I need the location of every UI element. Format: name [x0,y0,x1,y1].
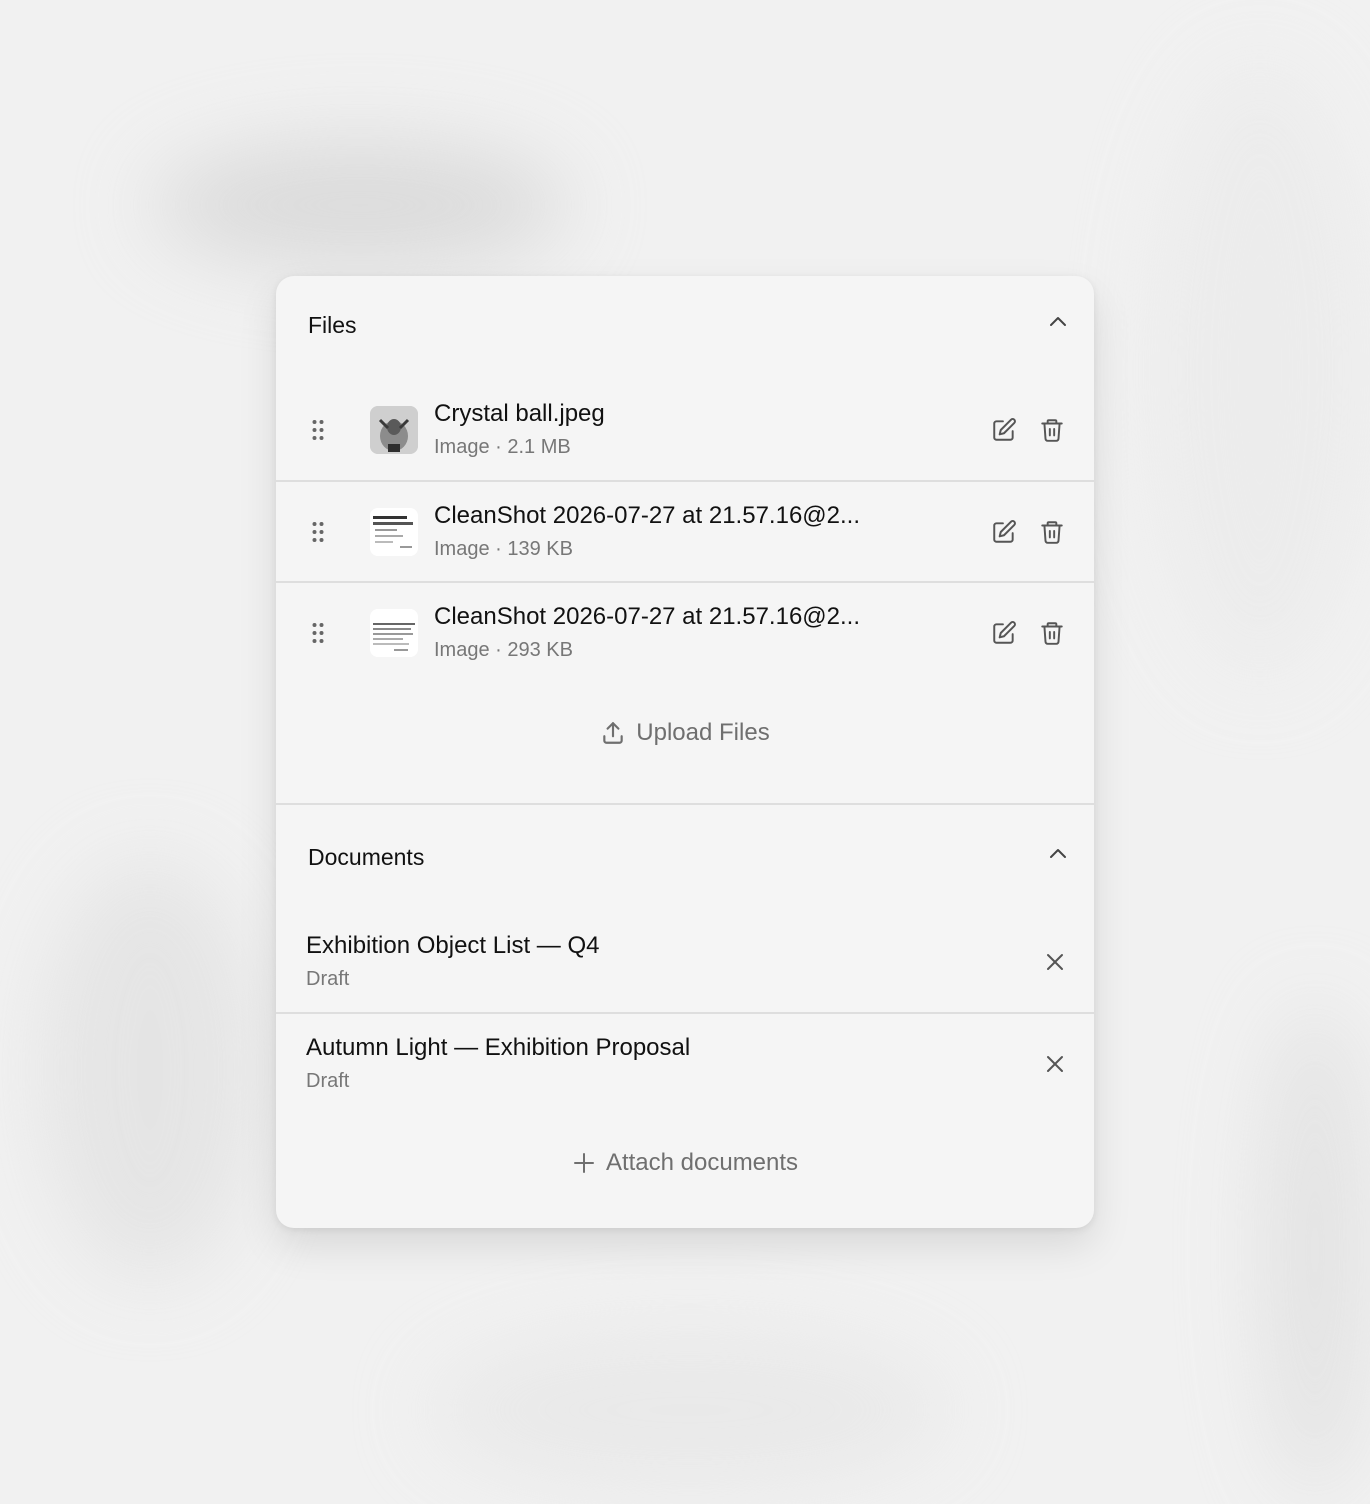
file-name: CleanShot 2026-07-27 at 21.57.16@2... [434,603,860,630]
document-status: Draft [306,968,350,990]
trash-icon[interactable] [1037,517,1067,547]
file-row: CleanShot 2026-07-27 at 21.57.16@2... Im… [276,482,1094,582]
drag-handle-icon[interactable] [311,521,325,543]
file-thumbnail [370,609,418,657]
attachments-panel: Files Crystal ball.jpeg Image · 2.1 MB C… [276,276,1094,1228]
attach-documents-action: Attach documents [276,1149,1094,1182]
upload-icon [600,720,626,746]
section-divider [276,803,1094,805]
background-blur [150,140,570,270]
documents-section-header[interactable]: Documents [276,828,1094,888]
document-title: Autumn Light — Exhibition Proposal [306,1034,691,1061]
pencil-square-icon[interactable] [989,415,1019,445]
close-icon[interactable] [1040,1049,1070,1079]
upload-files-button[interactable]: Upload Files [600,719,770,747]
file-thumbnail [370,406,418,454]
document-title: Exhibition Object List — Q4 [306,932,600,959]
file-name: CleanShot 2026-07-27 at 21.57.16@2... [434,502,860,529]
background-blur [40,860,260,1280]
chevron-up-icon[interactable] [1046,310,1070,334]
drag-handle-icon[interactable] [311,419,325,441]
file-name: Crystal ball.jpeg [434,400,605,427]
file-row: CleanShot 2026-07-27 at 21.57.16@2... Im… [276,583,1094,683]
files-section-header[interactable]: Files [276,296,1094,356]
document-row[interactable]: Exhibition Object List — Q4 Draft [276,912,1094,1012]
trash-icon[interactable] [1037,618,1067,648]
background-blur [430,1330,950,1490]
trash-icon[interactable] [1037,415,1067,445]
attach-documents-label: Attach documents [605,1149,799,1176]
attach-documents-button[interactable]: Attach documents [572,1149,798,1177]
file-meta: Image · 139 KB [434,538,573,560]
background-blur [1260,1000,1370,1500]
upload-files-label: Upload Files [636,719,770,746]
pencil-square-icon[interactable] [989,517,1019,547]
upload-files-action: Upload Files [276,719,1094,753]
file-meta: Image · 2.1 MB [434,436,571,458]
plus-icon [572,1151,596,1175]
file-thumbnail [370,508,418,556]
pencil-square-icon[interactable] [989,618,1019,648]
documents-section-title: Documents [308,844,425,870]
document-row[interactable]: Autumn Light — Exhibition Proposal Draft [276,1014,1094,1114]
document-status: Draft [306,1070,350,1092]
file-meta: Image · 293 KB [434,639,573,661]
background-blur [1150,60,1370,680]
chevron-up-icon[interactable] [1046,842,1070,866]
close-icon[interactable] [1040,947,1070,977]
files-section-title: Files [308,312,357,338]
file-row: Crystal ball.jpeg Image · 2.1 MB [276,380,1094,480]
drag-handle-icon[interactable] [311,622,325,644]
